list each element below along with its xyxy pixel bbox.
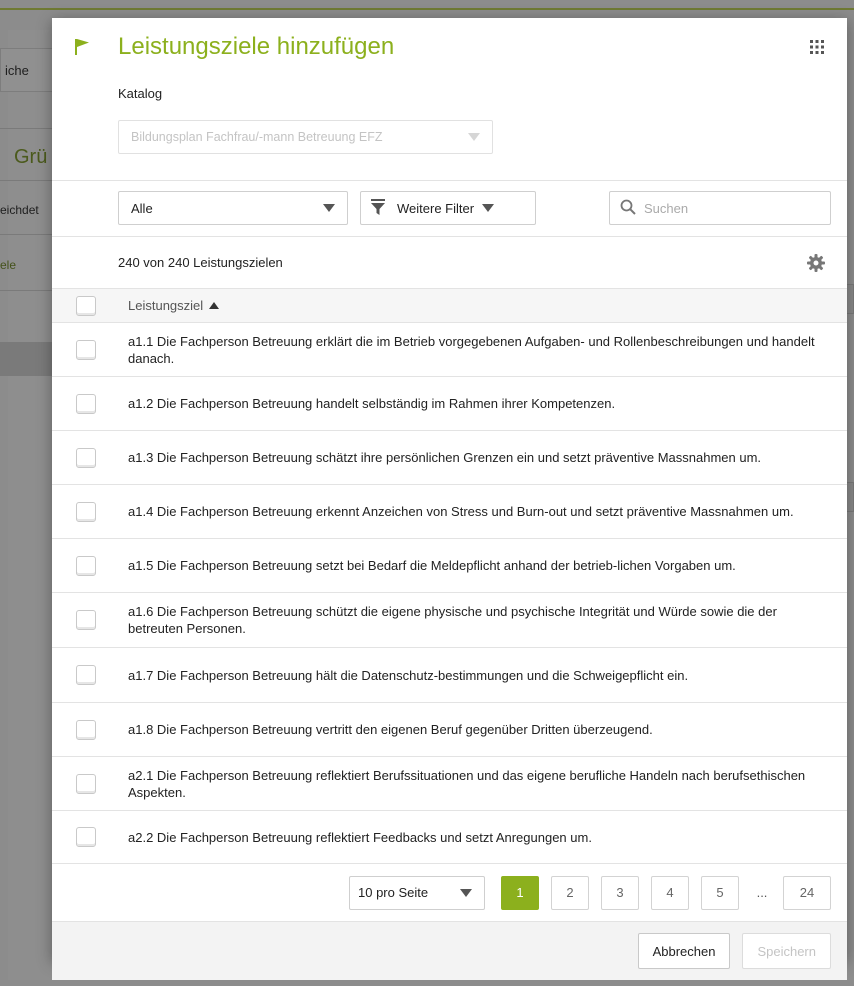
more-filters-label: Weitere Filter [397, 200, 475, 216]
chevron-down-icon [468, 133, 480, 141]
row-checkbox[interactable] [76, 555, 96, 576]
funnel-icon [371, 198, 385, 218]
table-row[interactable]: a1.6 Die Fachperson Betreuung schützt di… [52, 593, 847, 648]
per-page-value: 10 pro Seite [358, 885, 429, 900]
row-text: a1.7 Die Fachperson Betreuung hält die D… [128, 667, 689, 683]
catalog-select: Bildungsplan Fachfrau/-mann Betreuung EF… [118, 120, 493, 154]
row-checkbox[interactable] [76, 773, 96, 794]
row-checkbox[interactable] [76, 827, 96, 847]
per-page-select[interactable]: 10 pro Seite [349, 875, 485, 910]
add-goals-dialog: Leistungsziele hinzufügen Katalog Bildun… [52, 18, 847, 980]
result-count: 240 von 240 Leistungszielen [118, 255, 283, 270]
background-link: ele [0, 258, 17, 272]
background-divider [0, 180, 60, 181]
row-text: a2.2 Die Fachperson Betreuung reflektier… [128, 829, 592, 845]
background-fragment [846, 482, 854, 512]
row-text: a1.6 Die Fachperson Betreuung schützt di… [128, 604, 777, 636]
page-button-5[interactable]: 5 [701, 875, 739, 910]
search-input[interactable] [644, 200, 814, 216]
filter-select-value: Alle [131, 200, 153, 216]
row-checkbox[interactable] [76, 393, 96, 414]
row-text: a1.4 Die Fachperson Betreuung erkennt An… [128, 504, 794, 519]
row-text: a2.1 Die Fachperson Betreuung reflektier… [128, 767, 806, 800]
table-row[interactable]: a1.2 Die Fachperson Betreuung handelt se… [52, 377, 847, 431]
background-divider [0, 128, 60, 129]
row-checkbox[interactable] [76, 339, 96, 360]
table-row[interactable]: a2.2 Die Fachperson Betreuung reflektier… [52, 811, 847, 864]
dialog-title: Leistungsziele hinzufügen [118, 33, 395, 60]
page-button-1[interactable]: 1 [501, 875, 539, 910]
catalog-label: Katalog [118, 86, 163, 101]
dialog-header: Leistungsziele hinzufügen [52, 18, 847, 76]
row-text: a1.2 Die Fachperson Betreuung handelt se… [128, 396, 616, 411]
row-checkbox[interactable] [76, 610, 96, 630]
catalog-section: Katalog Bildungsplan Fachfrau/-mann Betr… [52, 76, 847, 181]
column-header-goal[interactable]: Leistungsziel [128, 298, 220, 313]
chevron-down-icon [323, 204, 335, 212]
row-checkbox[interactable] [76, 665, 96, 685]
row-checkbox[interactable] [76, 719, 96, 740]
background-section-title: Grü [14, 146, 48, 168]
dialog-footer: Abbrechen Speichern [52, 922, 847, 980]
background-divider [0, 234, 60, 235]
background-divider [0, 290, 60, 291]
background-fragment [846, 284, 854, 314]
filter-select[interactable]: Alle [118, 191, 348, 225]
row-text: a1.8 Die Fachperson Betreuung vertritt d… [128, 722, 653, 737]
table-row[interactable]: a1.4 Die Fachperson Betreuung erkennt An… [52, 485, 847, 539]
table-row[interactable]: a1.7 Die Fachperson Betreuung hält die D… [52, 648, 847, 703]
row-text: a1.1 Die Fachperson Betreuung erklärt di… [128, 333, 815, 366]
table-header: Leistungsziel [52, 289, 847, 323]
column-header-label: Leistungsziel [128, 298, 204, 313]
page-ellipsis: ... [756, 885, 768, 900]
background-label: eichdet [0, 203, 39, 217]
chevron-down-icon [482, 204, 495, 212]
row-checkbox[interactable] [76, 447, 96, 468]
background-top-line [0, 8, 854, 10]
page-button-4[interactable]: 4 [651, 875, 689, 910]
sort-ascending-icon [209, 302, 220, 309]
pagination: 10 pro Seite 1 2 3 4 5 ... 24 [52, 864, 847, 922]
page-button-last[interactable]: 24 [783, 875, 831, 910]
table-row[interactable]: a1.3 Die Fachperson Betreuung schätzt ih… [52, 431, 847, 485]
table-row[interactable]: a1.1 Die Fachperson Betreuung erklärt di… [52, 323, 847, 377]
select-all-checkbox[interactable] [76, 295, 96, 316]
page-button-3[interactable]: 3 [601, 875, 639, 910]
search-icon [620, 199, 636, 218]
goals-list: a1.1 Die Fachperson Betreuung erklärt di… [52, 323, 847, 864]
chevron-down-icon [460, 888, 472, 897]
search-box[interactable] [609, 191, 831, 225]
more-filters-button[interactable]: Weitere Filter [360, 191, 536, 225]
save-button[interactable]: Speichern [742, 933, 831, 969]
page-button-2[interactable]: 2 [551, 875, 589, 910]
gear-icon[interactable] [807, 253, 825, 272]
filter-bar: Alle Weitere Filter [52, 181, 847, 237]
table-row[interactable]: a1.5 Die Fachperson Betreuung setzt bei … [52, 539, 847, 593]
cancel-button[interactable]: Abbrechen [637, 933, 731, 969]
row-text: a1.5 Die Fachperson Betreuung setzt bei … [128, 558, 736, 573]
result-count-bar: 240 von 240 Leistungszielen [52, 237, 847, 289]
table-row[interactable]: a2.1 Die Fachperson Betreuung reflektier… [52, 757, 847, 811]
catalog-select-value: Bildungsplan Fachfrau/-mann Betreuung EF… [131, 130, 383, 144]
flag-icon [74, 36, 96, 58]
background-tab: iche [0, 48, 60, 92]
row-checkbox[interactable] [76, 501, 96, 522]
table-row[interactable]: a1.8 Die Fachperson Betreuung vertritt d… [52, 703, 847, 757]
background-band [0, 342, 60, 376]
apps-grid-icon[interactable] [807, 37, 827, 57]
row-text: a1.3 Die Fachperson Betreuung schätzt ih… [128, 450, 762, 465]
